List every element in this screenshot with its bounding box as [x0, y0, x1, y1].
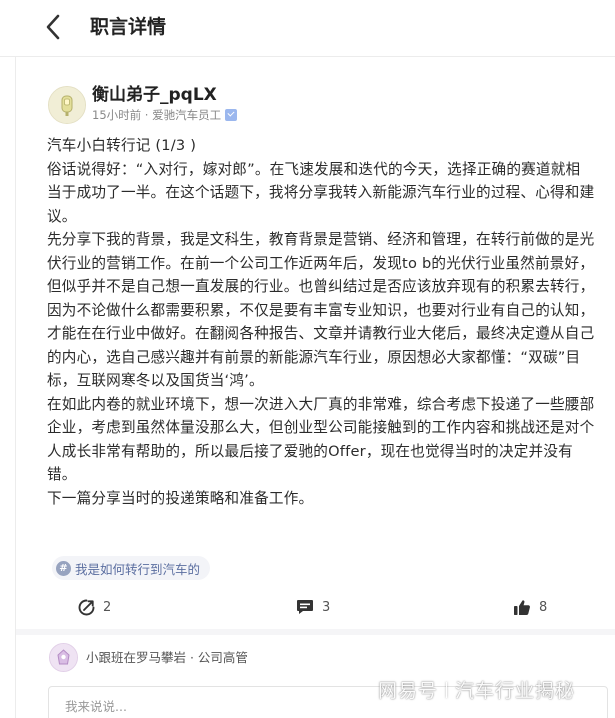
avatar-image	[49, 87, 85, 123]
like-button[interactable]: 8	[513, 597, 547, 617]
section-divider	[16, 629, 615, 635]
page: 职言详情 衡山弟子_pqLX 15小时前 · 爱驰汽车员工 汽车小白转行记 (1…	[0, 0, 615, 718]
forward-icon	[78, 599, 95, 615]
post-paragraph: 先分享下我的背景，我是文科生，教育背景是营销、经济和管理，在转行前做的是光伏行业…	[47, 231, 595, 389]
page-title: 职言详情	[90, 16, 167, 38]
comment-count: 3	[322, 599, 331, 615]
forward-count: 2	[103, 599, 112, 615]
post-paragraph: 下一篇分享当时的投递策略和准备工作。	[47, 489, 314, 507]
post-paragraph: 汽车小白转行记 (1/3 )	[47, 137, 197, 154]
commenter-avatar[interactable]	[49, 643, 78, 672]
header: 职言详情	[0, 0, 615, 57]
forward-button[interactable]: 2	[78, 597, 111, 617]
chevron-left-icon	[46, 14, 60, 40]
avatar[interactable]	[48, 86, 86, 124]
post-body: 汽车小白转行记 (1/3 ) 俗话说得好：“入对行，嫁对郎”。在飞速发展和迭代的…	[47, 134, 595, 510]
comment-icon	[297, 600, 313, 614]
content-border	[15, 56, 16, 718]
comment-button[interactable]: 3	[296, 597, 330, 617]
thumbs-up-icon	[514, 599, 530, 615]
topic-label: 我是如何转行到汽车的	[75, 561, 201, 577]
topic-tag[interactable]: # 我是如何转行到汽车的	[52, 556, 211, 580]
post-paragraph: 俗话说得好：“入对行，嫁对郎”。在飞速发展和迭代的今天，选择正确的赛道就相当于成…	[47, 160, 595, 225]
back-button[interactable]	[38, 12, 68, 42]
author-meta-text: 15小时前 · 爱驰汽车员工	[92, 108, 222, 122]
commenter-name[interactable]: 小跟班在罗马攀岩 · 公司高管	[86, 650, 248, 666]
author-meta: 15小时前 · 爱驰汽车员工	[92, 107, 238, 123]
like-count: 8	[539, 599, 548, 615]
post-paragraph: 在如此内卷的就业环境下，想一次进入大厂真的非常难，综合考虑下投递了一些腰部企业，…	[47, 395, 595, 484]
comment-input[interactable]	[48, 686, 608, 718]
commenter-avatar-image	[50, 644, 77, 671]
hashtag-icon: #	[56, 560, 71, 576]
verified-icon	[225, 109, 238, 121]
author-name[interactable]: 衡山弟子_pqLX	[92, 84, 217, 106]
